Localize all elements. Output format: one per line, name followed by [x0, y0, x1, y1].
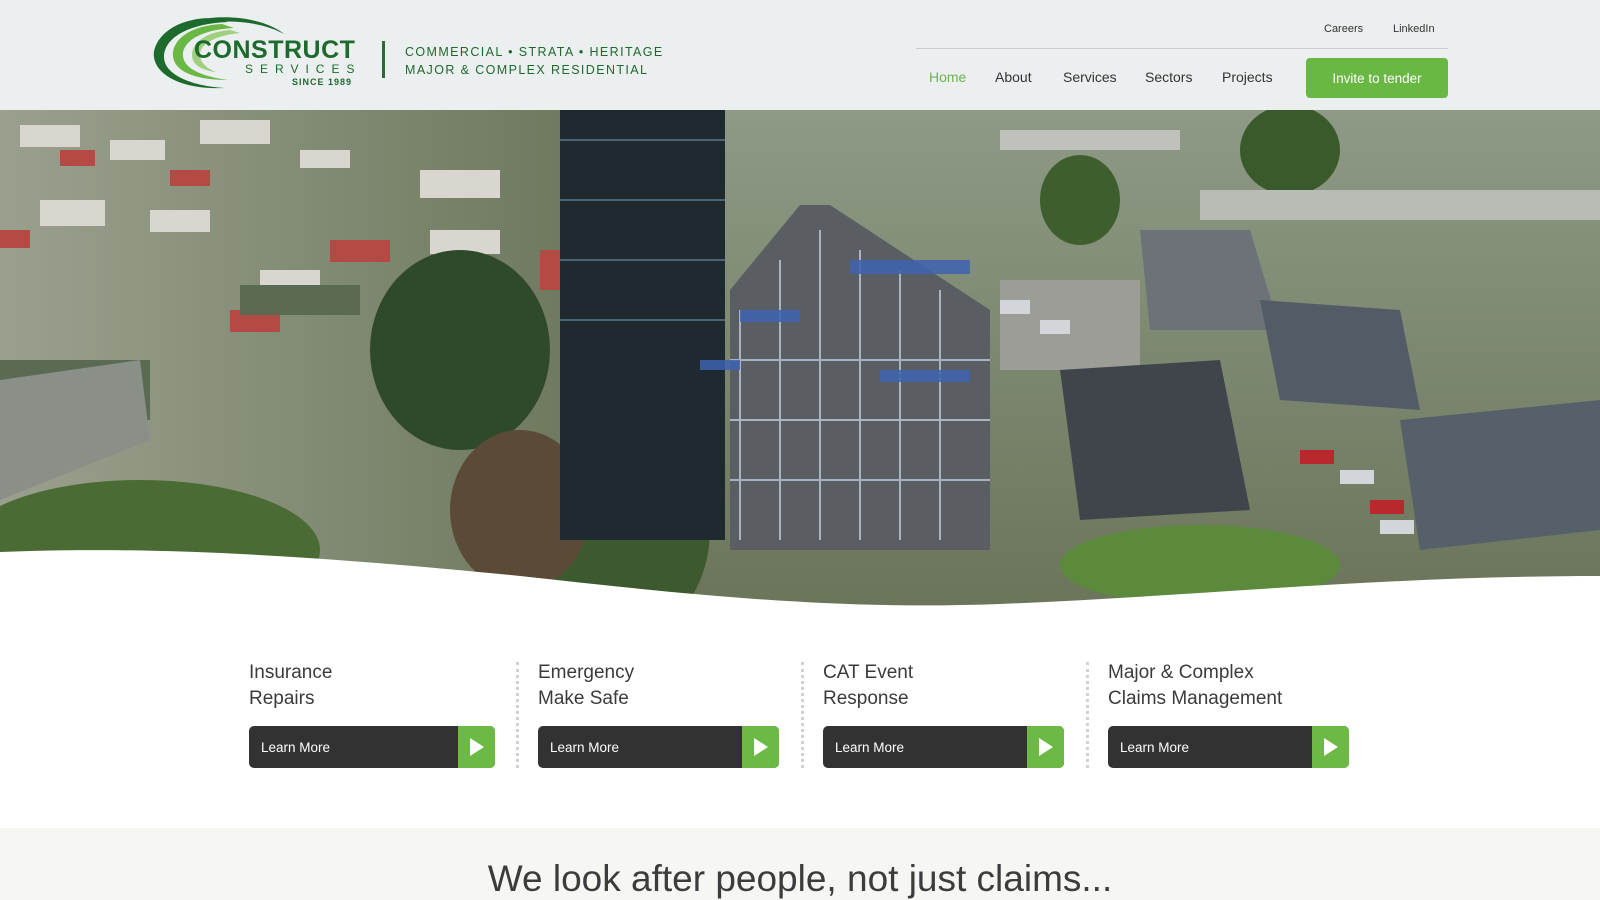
service-title-line2: Response — [823, 688, 909, 709]
intro-headline: We look after people, not just claims... — [487, 858, 1113, 899]
learn-more-label: Learn More — [261, 739, 331, 755]
site-header: CONSTRUCT SERVICES SINCE 1989 COMMERCIAL… — [0, 0, 1600, 110]
insurance-repairs-learn-more-button[interactable]: Learn More — [249, 726, 495, 768]
nav-services[interactable]: Services — [1063, 69, 1117, 85]
play-arrow-icon — [458, 726, 495, 768]
service-title-line1: CAT Event — [823, 662, 914, 683]
tagline-line-1: COMMERCIAL • STRATA • HERITAGE — [405, 45, 664, 59]
major-complex-claims-learn-more-button[interactable]: Learn More — [1108, 726, 1349, 768]
construct-services-logo[interactable]: CONSTRUCT SERVICES SINCE 1989 — [150, 12, 365, 90]
nav-projects[interactable]: Projects — [1222, 69, 1273, 85]
service-title-line1: Major & Complex — [1108, 662, 1254, 683]
invite-to-tender-button[interactable]: Invite to tender — [1306, 58, 1448, 98]
logo-divider — [382, 41, 385, 78]
card-separator — [801, 662, 804, 768]
service-title-line2: Claims Management — [1108, 688, 1283, 709]
brand-tagline: COMMERCIAL • STRATA • HERITAGE MAJOR & C… — [405, 43, 664, 79]
logo-services-text: SERVICES — [245, 62, 362, 76]
linkedin-link[interactable]: LinkedIn — [1393, 23, 1435, 35]
header-rule — [916, 48, 1448, 49]
nav-home[interactable]: Home — [929, 69, 966, 85]
learn-more-label: Learn More — [1120, 739, 1190, 755]
service-card-emergency-make-safe: Emergency Make Safe — [538, 660, 634, 712]
learn-more-label: Learn More — [550, 739, 620, 755]
play-arrow-icon — [742, 726, 779, 768]
tagline-line-2: MAJOR & COMPLEX RESIDENTIAL — [405, 63, 649, 77]
service-card-insurance-repairs: Insurance Repairs — [249, 660, 332, 712]
learn-more-label: Learn More — [835, 739, 905, 755]
service-card-major-complex-claims: Major & Complex Claims Management — [1108, 660, 1282, 712]
play-arrow-icon — [1027, 726, 1064, 768]
logo-wordmark: CONSTRUCT — [194, 36, 356, 64]
play-arrow-icon — [1312, 726, 1349, 768]
service-card-cat-event-response: CAT Event Response — [823, 660, 913, 712]
emergency-make-safe-learn-more-button[interactable]: Learn More — [538, 726, 779, 768]
logo-since-text: SINCE 1989 — [292, 77, 353, 87]
hero-aerial-image — [0, 110, 1600, 630]
cat-event-response-learn-more-button[interactable]: Learn More — [823, 726, 1064, 768]
service-title-line2: Repairs — [249, 688, 315, 709]
card-separator — [516, 662, 519, 768]
intro-section: We look after people, not just claims... — [0, 828, 1600, 900]
careers-link[interactable]: Careers — [1324, 23, 1363, 35]
service-title-line1: Emergency — [538, 662, 635, 683]
service-title-line2: Make Safe — [538, 688, 629, 709]
card-separator — [1086, 662, 1089, 768]
nav-sectors[interactable]: Sectors — [1145, 69, 1192, 85]
service-title-line1: Insurance — [249, 662, 333, 683]
nav-about[interactable]: About — [995, 69, 1032, 85]
